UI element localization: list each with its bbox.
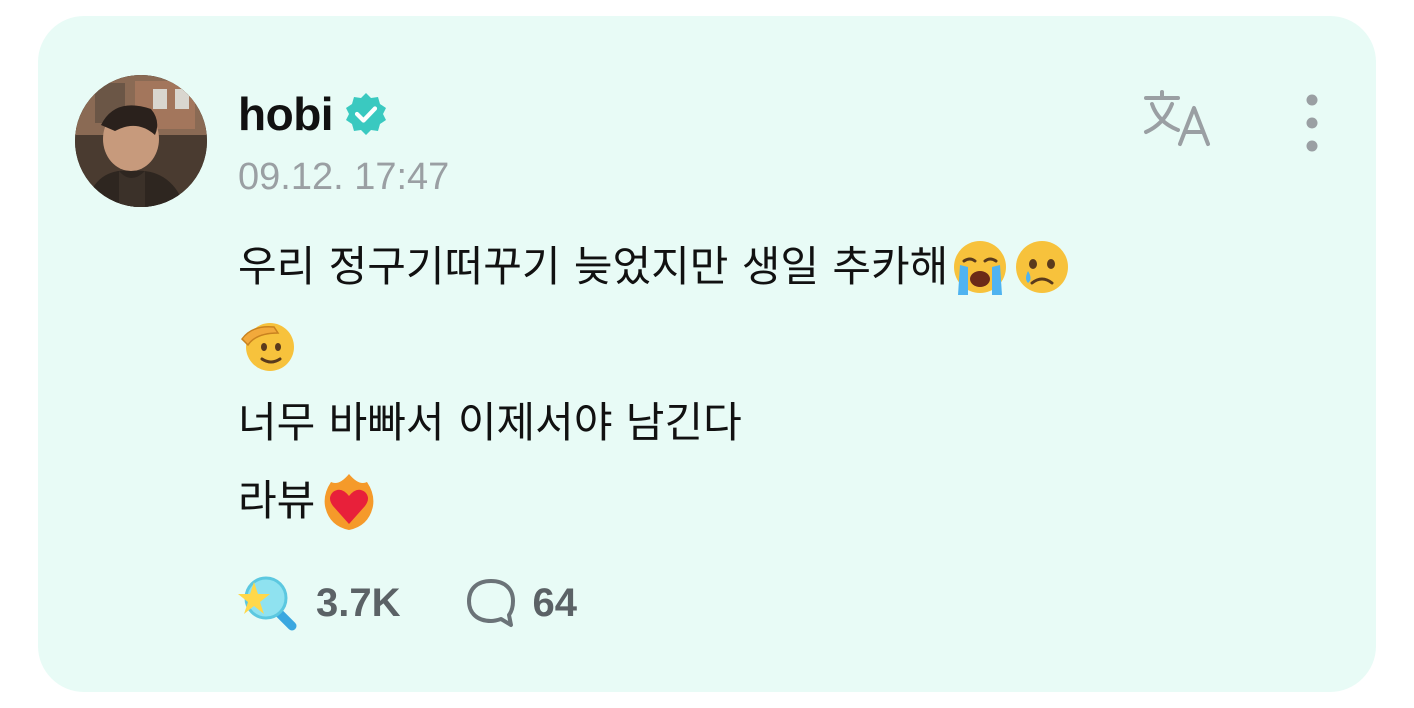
post-text-line: 우리 정구기떠꾸기 늦었지만 생일 추카해 bbox=[238, 242, 949, 291]
cheer-button[interactable]: 3.7K bbox=[238, 572, 401, 634]
post-body: 우리 정구기떠꾸기 늦었지만 생일 추카해 너무 바빠서 이제서야 남긴다 라뷰 bbox=[238, 228, 1318, 540]
post-text-line: 너무 바빠서 이제서야 남긴다 bbox=[238, 398, 742, 447]
author-name[interactable]: hobi bbox=[238, 87, 334, 141]
verified-badge-icon bbox=[346, 93, 387, 135]
crying-face-icon bbox=[1016, 241, 1069, 293]
more-vertical-icon[interactable] bbox=[1294, 90, 1330, 156]
loudly-crying-face-icon bbox=[954, 241, 1007, 295]
post-line-1: 우리 정구기떠꾸기 늦었지만 생일 추카해 bbox=[238, 228, 1318, 306]
heart-on-fire-icon bbox=[324, 474, 374, 530]
post-line-3: 너무 바빠서 이제서야 남긴다 bbox=[238, 384, 1318, 462]
author-header: hobi bbox=[238, 86, 389, 142]
saluting-face-icon bbox=[241, 323, 294, 371]
post-line-4: 라뷰 bbox=[238, 462, 1318, 540]
author-avatar[interactable] bbox=[75, 75, 207, 207]
comment-button[interactable]: 64 bbox=[463, 575, 578, 631]
cheer-count: 3.7K bbox=[316, 580, 401, 625]
post-text-line: 라뷰 bbox=[238, 476, 316, 525]
cheer-stick-icon bbox=[238, 576, 297, 631]
post-actions: 3.7K 64 bbox=[238, 570, 577, 636]
translate-icon[interactable] bbox=[1142, 88, 1220, 152]
comment-bubble-icon bbox=[466, 579, 515, 627]
post-line-2 bbox=[238, 306, 1318, 384]
post-timestamp: 09.12. 17:47 bbox=[238, 156, 450, 198]
comment-count: 64 bbox=[532, 580, 578, 625]
